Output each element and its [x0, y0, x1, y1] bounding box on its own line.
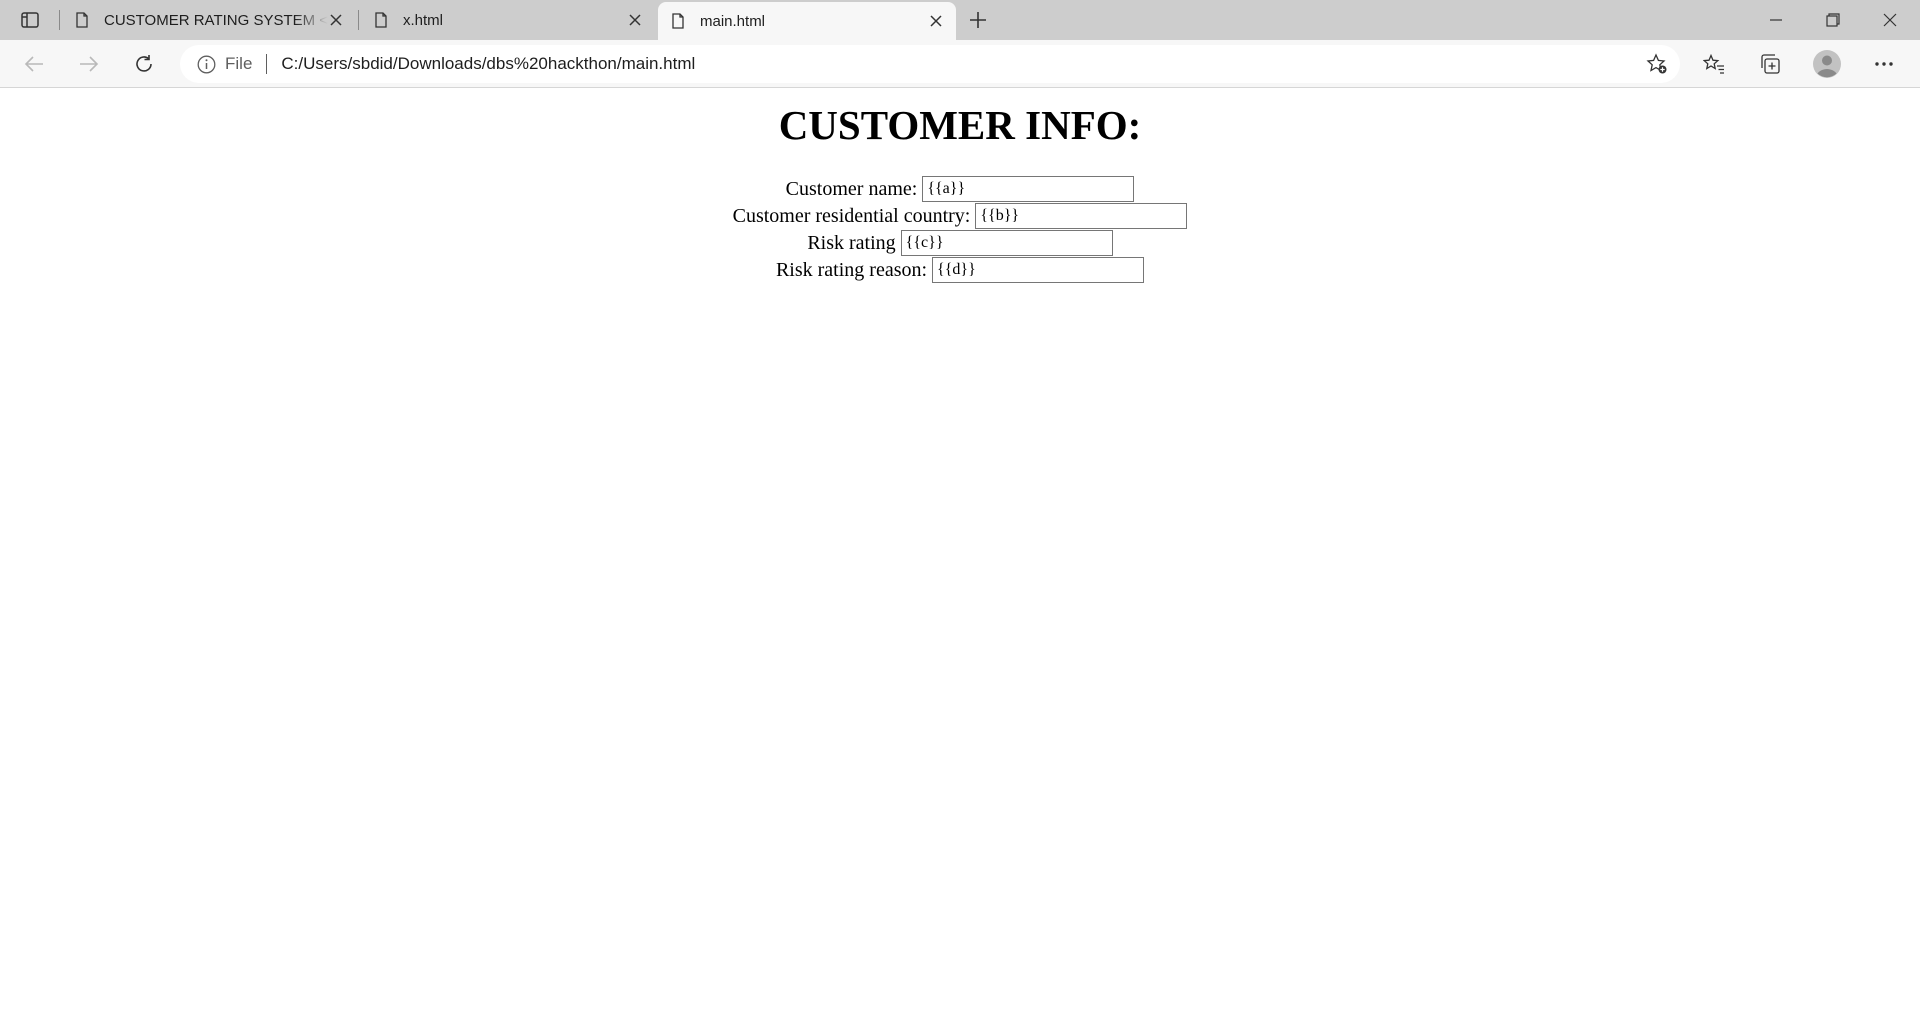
page-title: CUSTOMER INFO: [778, 102, 1142, 148]
browser-toolbar: File C:/Users/sbdid/Downloads/dbs%20hack… [0, 40, 1920, 88]
risk-rating-row: Risk rating [0, 229, 1920, 257]
close-icon[interactable] [928, 13, 944, 29]
star-add-icon[interactable] [1646, 53, 1668, 75]
close-icon[interactable] [328, 12, 344, 28]
tab-customer-rating[interactable]: CUSTOMER RATING SYSTEM <sc [62, 0, 356, 40]
back-arrow-icon[interactable] [16, 46, 52, 82]
address-bar[interactable]: File C:/Users/sbdid/Downloads/dbs%20hack… [180, 45, 1680, 83]
risk-reason-row: Risk rating reason: [0, 256, 1920, 284]
customer-country-row: Customer residential country: [0, 202, 1920, 230]
customer-country-label: Customer residential country: [732, 204, 971, 227]
customer-country-field[interactable] [975, 203, 1188, 230]
customer-name-row: Customer name: [0, 175, 1920, 203]
customer-name-label: Customer name: [785, 177, 918, 200]
page-icon [74, 12, 90, 28]
tab-actions-icon[interactable] [12, 6, 48, 34]
customer-name-field[interactable] [922, 176, 1135, 203]
plus-icon[interactable] [962, 6, 994, 34]
risk-rating-label: Risk rating [807, 231, 896, 254]
tab-label: CUSTOMER RATING SYSTEM <sc [104, 11, 328, 29]
collections-icon[interactable] [1752, 46, 1788, 82]
tab-main-html[interactable]: main.html [658, 2, 956, 40]
refresh-icon[interactable] [126, 46, 162, 82]
close-icon[interactable] [627, 12, 643, 28]
tab-label: x.html [403, 11, 444, 29]
page-icon [670, 13, 686, 29]
info-icon[interactable] [196, 54, 216, 74]
page-content: CUSTOMER INFO: Customer name: Customer r… [0, 89, 1920, 1025]
minimize-icon[interactable] [1748, 0, 1804, 40]
window-close-icon[interactable] [1862, 0, 1918, 40]
more-icon[interactable] [1866, 46, 1902, 82]
tab-separator [59, 10, 60, 30]
tab-x-html[interactable]: x.html [361, 0, 655, 40]
restore-icon[interactable] [1805, 0, 1861, 40]
address-url[interactable]: C:/Users/sbdid/Downloads/dbs%20hackthon/… [281, 54, 695, 74]
tab-strip: CUSTOMER RATING SYSTEM <sc x.html main.h… [0, 0, 1920, 40]
favorites-icon[interactable] [1696, 46, 1732, 82]
tab-separator [358, 10, 359, 30]
risk-reason-label: Risk rating reason: [775, 258, 928, 281]
risk-rating-field[interactable] [900, 230, 1113, 257]
scheme-label: File [225, 54, 253, 73]
forward-arrow-icon[interactable] [71, 46, 107, 82]
tab-label: main.html [700, 12, 766, 30]
risk-reason-field[interactable] [932, 257, 1145, 284]
page-icon [373, 12, 389, 28]
address-divider [266, 54, 268, 74]
profile-icon[interactable] [1809, 46, 1845, 82]
